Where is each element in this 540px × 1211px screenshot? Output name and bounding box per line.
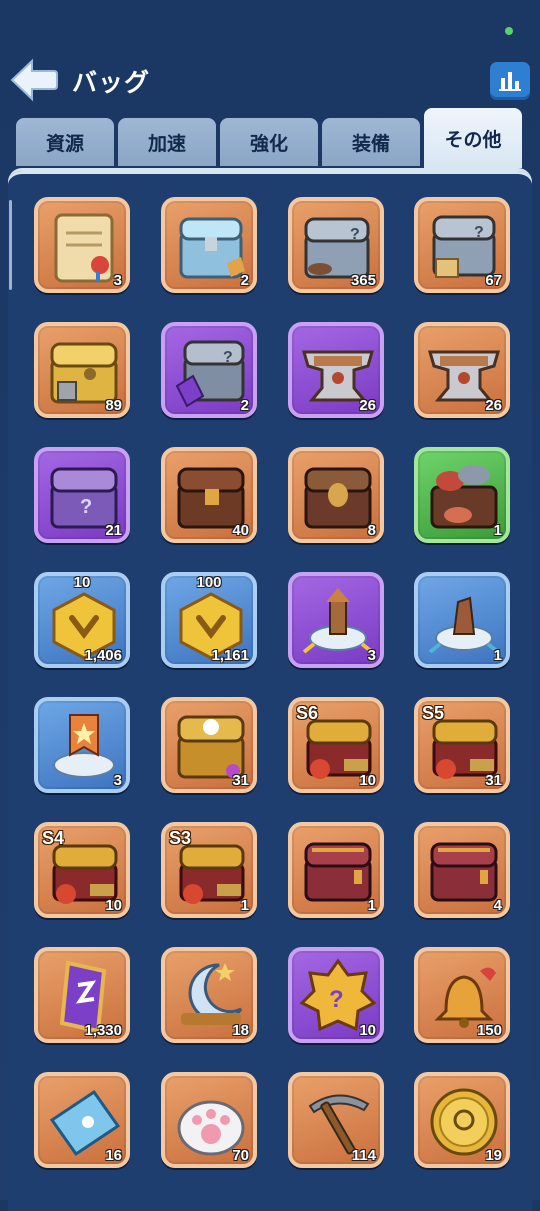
inventory-item[interactable]: 26	[414, 322, 510, 418]
inventory-item[interactable]: 3	[34, 197, 130, 293]
item-count: 1,406	[84, 647, 122, 664]
crystal-chest-icon	[179, 217, 245, 279]
rune-chest-icon: ?	[175, 340, 245, 408]
inventory-item[interactable]: 1,330	[34, 947, 130, 1043]
item-count: 3	[113, 772, 122, 789]
inventory-item[interactable]: 114	[288, 1072, 384, 1168]
item-count: 31	[232, 772, 249, 789]
inventory-item[interactable]: 100 1,161	[161, 572, 257, 668]
scroll-icon	[54, 213, 114, 283]
item-count: 1	[493, 647, 502, 664]
item-count: 1,161	[211, 647, 249, 664]
red-chest-icon	[430, 842, 498, 902]
inventory-item[interactable]: 2	[161, 197, 257, 293]
tower-relocate-icon	[302, 588, 374, 654]
inventory-item[interactable]: 1	[414, 447, 510, 543]
item-count: 10	[105, 897, 122, 914]
item-grid: 3 2? 365? 67 89? 2 26 26? 21 40 8 1 10 1,406 100 1,161 3…	[0, 0, 540, 1200]
statue-relocate-icon	[428, 596, 500, 654]
svg-text:?: ?	[223, 349, 233, 366]
inventory-item[interactable]: 1	[414, 572, 510, 668]
item-count: 10	[359, 772, 376, 789]
item-count: 114	[351, 1147, 376, 1164]
banner-relocate-icon	[53, 714, 115, 778]
inventory-item[interactable]: 10 1,406	[34, 572, 130, 668]
item-count: 365	[350, 272, 376, 289]
inventory-item[interactable]: ? 2	[161, 322, 257, 418]
item-count: 3	[367, 647, 376, 664]
season-label: S3	[169, 828, 192, 848]
item-count: 2	[240, 272, 249, 289]
inventory-item[interactable]: 1	[288, 822, 384, 918]
item-count: 40	[232, 522, 249, 539]
item-count: 70	[232, 1147, 249, 1164]
svg-text:?: ?	[474, 224, 484, 241]
inventory-item[interactable]: 19	[414, 1072, 510, 1168]
item-count: 2	[240, 397, 249, 414]
item-count: 150	[476, 1022, 502, 1039]
inventory-item[interactable]: S5 31	[414, 697, 510, 793]
item-count: 89	[105, 397, 122, 414]
inventory-item[interactable]: 8	[288, 447, 384, 543]
inventory-item[interactable]: 3	[34, 697, 130, 793]
inventory-item[interactable]: S6 10	[288, 697, 384, 793]
inventory-item[interactable]: 31	[161, 697, 257, 793]
inventory-item[interactable]: 4	[414, 822, 510, 918]
item-count: 8	[367, 522, 376, 539]
inventory-item[interactable]: 26	[288, 322, 384, 418]
item-count: 1	[240, 897, 249, 914]
svg-text:?: ?	[350, 226, 360, 243]
inventory-item[interactable]: 89	[34, 322, 130, 418]
item-count: 3	[113, 272, 122, 289]
inventory-item[interactable]: 150	[414, 947, 510, 1043]
meat-chest-icon	[430, 465, 498, 529]
inventory-item[interactable]: ? 21	[34, 447, 130, 543]
item-count: 18	[232, 1022, 249, 1039]
item-count: 26	[359, 397, 376, 414]
inventory-item[interactable]: 40	[161, 447, 257, 543]
inventory-item[interactable]: 70	[161, 1072, 257, 1168]
item-count: 1	[493, 522, 502, 539]
item-count: 1	[367, 897, 376, 914]
item-count: 67	[485, 272, 502, 289]
inventory-item[interactable]: ? 365	[288, 197, 384, 293]
red-chest-icon	[304, 842, 372, 902]
item-badge: 10	[73, 574, 91, 591]
season-label: S6	[296, 703, 319, 723]
item-count: 26	[485, 397, 502, 414]
season-label: S4	[42, 828, 65, 848]
inventory-item[interactable]: 3	[288, 572, 384, 668]
inventory-item[interactable]: ? 67	[414, 197, 510, 293]
skull-chest-icon	[304, 467, 372, 529]
season-label: S5	[422, 703, 445, 723]
inventory-item[interactable]: 18	[161, 947, 257, 1043]
item-count: 19	[485, 1147, 502, 1164]
item-count: 31	[485, 772, 502, 789]
inventory-item[interactable]: ? 10	[288, 947, 384, 1043]
item-count: 4	[493, 897, 502, 914]
item-count: 16	[105, 1147, 122, 1164]
svg-text:?: ?	[329, 986, 344, 1013]
item-badge: 100	[196, 574, 222, 591]
inventory-item[interactable]: S4 10	[34, 822, 130, 918]
inventory-item[interactable]: 16	[34, 1072, 130, 1168]
item-count: 10	[359, 1022, 376, 1039]
svg-text:?: ?	[80, 496, 92, 518]
item-count: 21	[105, 522, 122, 539]
inventory-item[interactable]: S3 1	[161, 822, 257, 918]
item-count: 1,330	[84, 1022, 122, 1039]
